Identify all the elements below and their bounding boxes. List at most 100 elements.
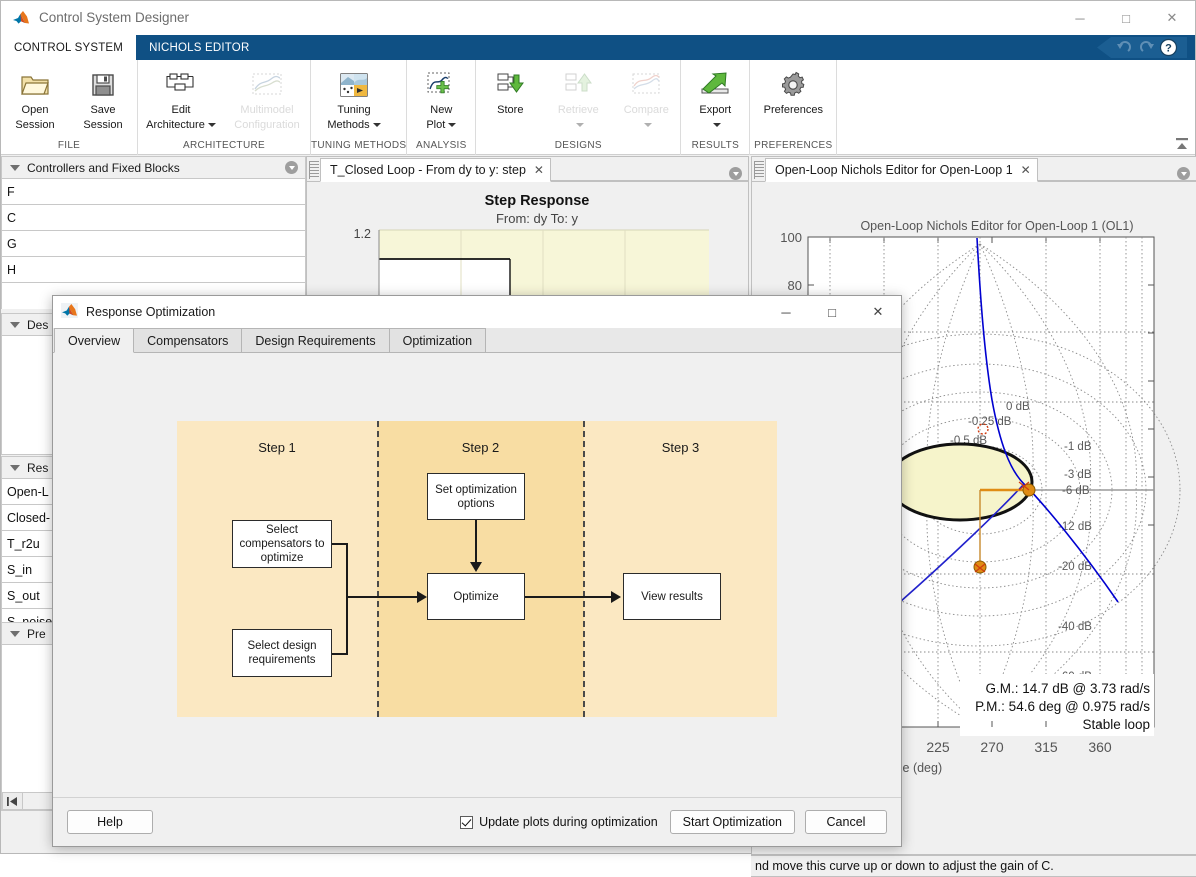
- undo-icon[interactable]: [1113, 39, 1135, 57]
- svg-text:P.M.: 54.6 deg @ 0.975 rad/s: P.M.: 54.6 deg @ 0.975 rad/s: [975, 699, 1150, 714]
- dialog-body: Step 1 Step 2 Step 3 Select compensators…: [53, 353, 901, 797]
- controllers-panel-header[interactable]: Controllers and Fixed Blocks: [1, 156, 306, 178]
- help-button[interactable]: Help: [67, 810, 153, 834]
- collapse-triangle-icon[interactable]: [10, 464, 20, 471]
- flow-step-3-label: Step 3: [661, 440, 700, 455]
- step-response-document: T_Closed Loop - From dy to y: step ✕ Ste…: [306, 156, 749, 301]
- dialog-title: Response Optimization: [86, 305, 216, 319]
- ribbon-group-label-file: FILE: [57, 140, 81, 151]
- store-button[interactable]: Store: [476, 66, 544, 117]
- tab-t-closed-loop[interactable]: T_Closed Loop - From dy to y: step ✕: [320, 158, 551, 182]
- chevron-down-icon[interactable]: [643, 123, 652, 128]
- contour-label-12db: -12 dB: [1058, 521, 1092, 533]
- export-label: Export: [699, 104, 732, 116]
- help-icon[interactable]: ?: [1157, 38, 1179, 57]
- drag-gripper-icon[interactable]: [754, 161, 764, 179]
- node-optimize[interactable]: Optimize: [427, 573, 525, 620]
- list-item[interactable]: G: [2, 231, 305, 257]
- save-session-label-2: Session: [83, 119, 123, 131]
- tab-overview[interactable]: Overview: [54, 328, 135, 353]
- ribbon-collapse-icon[interactable]: [1173, 136, 1191, 152]
- new-plot-button[interactable]: New Plot: [407, 66, 475, 132]
- ribbon-group-label-tuning-methods: TUNING METHODS: [311, 140, 407, 151]
- open-session-label-1: Open: [21, 104, 49, 116]
- node-select-design-requirements[interactable]: Select design requirements: [232, 629, 332, 677]
- scroll-first-button[interactable]: [3, 793, 23, 809]
- save-session-button[interactable]: Save Session: [69, 66, 137, 132]
- tuning-methods-button[interactable]: Tuning Methods: [311, 66, 397, 132]
- edit-architecture-label-1: Edit: [171, 104, 191, 116]
- contour-label-3db-r: -3 dB: [1064, 469, 1092, 481]
- update-plots-checkbox[interactable]: [460, 815, 474, 829]
- panel-options-icon[interactable]: [285, 161, 298, 174]
- close-icon[interactable]: ✕: [1021, 163, 1031, 177]
- nichols-tab-label: Open-Loop Nichols Editor for Open-Loop 1: [775, 163, 1013, 177]
- controllers-list[interactable]: F C G H: [1, 178, 306, 309]
- node-view-results[interactable]: View results: [623, 573, 721, 620]
- open-folder-icon: [20, 68, 50, 102]
- node-select-compensators[interactable]: Select compensators to optimize: [232, 520, 332, 568]
- chevron-down-icon[interactable]: [448, 123, 457, 128]
- svg-text:225: 225: [926, 739, 950, 755]
- ribbon-tab-nichols-editor[interactable]: NICHOLS EDITOR: [136, 35, 262, 60]
- tab-open-loop-nichols-editor[interactable]: Open-Loop Nichols Editor for Open-Loop 1…: [765, 158, 1038, 182]
- list-item[interactable]: C: [2, 205, 305, 231]
- collapse-triangle-icon[interactable]: [10, 321, 20, 328]
- retrieve-button[interactable]: Retrieve: [544, 66, 612, 132]
- flow-divider-2: [583, 421, 585, 717]
- maximize-button[interactable]: □: [1103, 1, 1149, 35]
- minimize-button[interactable]: ─: [1057, 1, 1103, 35]
- close-button[interactable]: ✕: [1149, 1, 1195, 35]
- dialog-footer: Help Update plots during optimization St…: [53, 797, 901, 846]
- contour-label-40db: -40 dB: [1058, 621, 1092, 633]
- flow-step-2-label: Step 2: [461, 440, 500, 455]
- node-set-optimization-options[interactable]: Set optimization options: [427, 473, 525, 520]
- step-response-plot[interactable]: Step Response From: dy To: y 1.2: [307, 182, 748, 301]
- drag-gripper-icon[interactable]: [309, 161, 319, 179]
- tab-compensators[interactable]: Compensators: [133, 328, 243, 352]
- dialog-maximize-button[interactable]: □: [809, 296, 855, 328]
- svg-text:Step Response: Step Response: [485, 193, 590, 209]
- collapse-triangle-icon[interactable]: [10, 630, 20, 637]
- compare-button[interactable]: Compare: [612, 66, 680, 132]
- ribbon-group-label-preferences: PREFERENCES: [754, 140, 833, 151]
- dialog-minimize-button[interactable]: ─: [763, 296, 809, 328]
- multimodel-configuration-button[interactable]: Multimodel Configuration: [224, 66, 310, 132]
- tab-design-requirements[interactable]: Design Requirements: [241, 328, 390, 352]
- compare-icon: [631, 68, 661, 102]
- chevron-down-icon[interactable]: [207, 123, 216, 128]
- ribbon-group-label-architecture: ARCHITECTURE: [183, 140, 265, 151]
- document-options-icon[interactable]: [1177, 167, 1190, 180]
- update-plots-checkbox-wrapper[interactable]: Update plots during optimization: [460, 815, 658, 829]
- svg-text:?: ?: [1165, 43, 1172, 55]
- ribbon-tab-control-system[interactable]: CONTROL SYSTEM: [1, 35, 137, 60]
- start-optimization-button[interactable]: Start Optimization: [669, 810, 795, 834]
- contour-label-025db: -0.25 dB: [968, 416, 1012, 428]
- collapse-triangle-icon[interactable]: [10, 164, 20, 171]
- edit-architecture-label-2: Architecture: [146, 119, 216, 132]
- list-item[interactable]: F: [2, 179, 305, 205]
- svg-text:360: 360: [1088, 739, 1112, 755]
- multimodel-label-1: Multimodel: [240, 104, 294, 116]
- chevron-down-icon[interactable]: [372, 123, 381, 128]
- redo-icon[interactable]: [1135, 39, 1157, 57]
- tuning-methods-icon: [339, 68, 369, 102]
- list-item[interactable]: H: [2, 257, 305, 283]
- ribbon-tabstrip: CONTROL SYSTEM NICHOLS EDITOR ?: [1, 35, 1195, 60]
- connector-line: [475, 520, 477, 563]
- preferences-button[interactable]: Preferences: [750, 66, 836, 117]
- edit-architecture-button[interactable]: Edit Architecture: [138, 66, 224, 132]
- contour-label-0db: 0 dB: [1006, 401, 1030, 413]
- close-icon[interactable]: ✕: [534, 163, 544, 177]
- chevron-down-icon[interactable]: [575, 123, 584, 128]
- tab-optimization[interactable]: Optimization: [388, 328, 487, 352]
- open-session-button[interactable]: Open Session: [1, 66, 69, 132]
- connector-line: [346, 596, 423, 598]
- document-options-icon[interactable]: [729, 167, 742, 180]
- cancel-button[interactable]: Cancel: [805, 810, 887, 834]
- store-label: Store: [497, 104, 524, 116]
- contour-label-1db: -1 dB: [1064, 441, 1092, 453]
- chevron-down-icon[interactable]: [712, 123, 721, 128]
- dialog-close-button[interactable]: ✕: [855, 296, 901, 328]
- export-button[interactable]: Export: [681, 66, 749, 132]
